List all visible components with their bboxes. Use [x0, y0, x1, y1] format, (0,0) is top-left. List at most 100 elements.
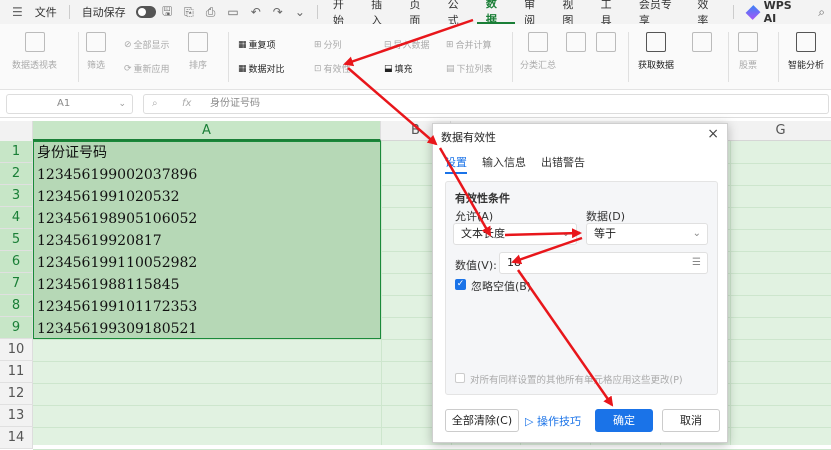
ribbon: 数据透视表 筛选 ⊘ 全部显示 ⟳ 重新应用 排序 ▦ 重复项 ▦ 数据对比 ⊞ 分列 ⊡…	[0, 24, 831, 90]
cell-a2[interactable]: 123456199002037896	[37, 164, 197, 186]
cell-a1[interactable]: 身份证号码	[37, 142, 107, 164]
tab-home[interactable]: 开始	[324, 0, 362, 27]
name-box[interactable]: A1 ⌄	[6, 94, 133, 114]
divider	[728, 32, 729, 82]
tab-review[interactable]: 审阅	[515, 0, 553, 27]
row-header-5[interactable]: 5	[0, 229, 33, 251]
ok-button[interactable]: 确定	[595, 409, 653, 432]
redo-icon[interactable]: ↷	[267, 0, 289, 24]
row-header-7[interactable]: 7	[0, 273, 33, 295]
tab-member[interactable]: 会员专享	[630, 0, 689, 27]
formula-input[interactable]: ⌕ fx 身份证号码	[143, 94, 829, 114]
apply-all-label: 对所有同样设置的其他所有单元格应用这些更改(P)	[470, 375, 683, 386]
range-picker-icon[interactable]: ☰	[692, 253, 701, 273]
duplicates-button[interactable]: ▦ 重复项	[238, 38, 276, 52]
import-icon: ⊟	[384, 39, 392, 50]
cell-a5[interactable]: 12345619920817	[37, 230, 162, 252]
cell-a7[interactable]: 1234561988115845	[37, 274, 180, 296]
tab-efficiency[interactable]: 效率	[688, 0, 726, 27]
stocks-button[interactable]: 股票	[738, 30, 758, 71]
refresh-button[interactable]	[692, 30, 712, 58]
value-input[interactable]: 18 ☰	[499, 252, 708, 274]
row-header-2[interactable]: 2	[0, 163, 33, 185]
wps-ai-button[interactable]: WPS AI	[740, 0, 813, 25]
print-icon[interactable]: ⎙	[200, 0, 222, 24]
stocks-label: 股票	[738, 61, 757, 71]
tips-link[interactable]: ▷ 操作技巧	[525, 413, 581, 429]
export-icon[interactable]: ⎘	[178, 0, 200, 24]
column-header-g[interactable]: G	[730, 121, 831, 141]
pivot-table-button[interactable]: 数据透视表	[12, 30, 57, 71]
select-all-corner[interactable]	[0, 121, 33, 141]
divider	[778, 32, 779, 82]
reapply-label: 重新应用	[133, 65, 170, 75]
fill-button[interactable]: ⬓ 填充	[384, 62, 413, 76]
row-header-1[interactable]: 1	[0, 141, 33, 163]
tab-error-alert[interactable]: 出错警告	[541, 154, 585, 170]
get-data-button[interactable]: 获取数据	[638, 30, 674, 71]
autosave-toggle[interactable]	[135, 6, 156, 18]
tab-formula[interactable]: 公式	[439, 0, 477, 27]
clear-all-button[interactable]: 全部清除(C)	[445, 409, 519, 432]
column-header-a[interactable]: A	[33, 121, 381, 141]
tab-page[interactable]: 页面	[400, 0, 438, 27]
tab-tools[interactable]: 工具	[592, 0, 630, 27]
cell-a9[interactable]: 123456199309180521	[37, 318, 197, 340]
apply-all-checkbox[interactable]	[455, 373, 465, 383]
cancel-button[interactable]: 取消	[662, 409, 720, 432]
menu-bar: ☰ 文件 自动保存 🖫 ⎘ ⎙ ▭ ↶ ↷ ⌄ 开始 插入 页面 公式 数据 审…	[0, 0, 831, 27]
menu-icon[interactable]: ☰	[6, 0, 29, 24]
preview-icon[interactable]: ▭	[221, 0, 244, 24]
reapply-button[interactable]: ⟳ 重新应用	[124, 62, 170, 76]
tab-view[interactable]: 视图	[553, 0, 591, 27]
smart-analysis-button[interactable]: 智能分析	[788, 30, 824, 71]
group-button[interactable]	[566, 30, 586, 58]
save-icon[interactable]: 🖫	[156, 0, 178, 24]
row-header-11[interactable]: 11	[0, 361, 33, 383]
row-header-4[interactable]: 4	[0, 207, 33, 229]
dropdown-icon: ▤	[446, 63, 455, 74]
cell-a4[interactable]: 123456198905106052	[37, 208, 197, 230]
close-icon[interactable]: ×	[707, 126, 719, 142]
tab-input-message[interactable]: 输入信息	[482, 154, 526, 170]
compare-button[interactable]: ▦ 数据对比	[238, 62, 285, 76]
split-button[interactable]: ⊞ 分列	[314, 38, 342, 52]
row-header-8[interactable]: 8	[0, 295, 33, 317]
undo-icon[interactable]: ↶	[245, 0, 267, 24]
row-header-6[interactable]: 6	[0, 251, 33, 273]
show-all-button[interactable]: ⊘ 全部显示	[124, 38, 170, 52]
file-menu[interactable]: 文件	[29, 0, 63, 24]
fx-icon[interactable]: fx	[182, 95, 191, 113]
filter-button[interactable]: 筛选	[86, 30, 106, 71]
row-header-9[interactable]: 9	[0, 317, 33, 339]
row-header-12[interactable]: 12	[0, 383, 33, 405]
import-data-button[interactable]: ⊟ 导入数据	[384, 38, 430, 52]
merge-calc-button[interactable]: ⊞ 合并计算	[446, 38, 492, 52]
formula-value: 身份证号码	[210, 98, 260, 109]
ungroup-button[interactable]	[596, 30, 616, 58]
validity-button[interactable]: ⊡ 有效性	[314, 62, 351, 76]
cell-a8[interactable]: 123456199101172353	[37, 296, 197, 318]
fill-icon: ⬓	[384, 63, 393, 74]
row-header-10[interactable]: 10	[0, 339, 33, 361]
duplicates-icon: ▦	[238, 39, 247, 50]
dropdown-list-button[interactable]: ▤ 下拉列表	[446, 62, 493, 76]
ignore-blank-checkbox[interactable]: ✓	[455, 279, 466, 290]
subtotal-button[interactable]: 分类汇总	[520, 30, 556, 71]
cell-a6[interactable]: 123456199110052982	[37, 252, 197, 274]
data-validity-dialog: 数据有效性 × 设置 输入信息 出错警告 有效性条件 允许(A) 文本长度 ⌄ 数…	[432, 123, 728, 443]
zoom-icon[interactable]: ⌕	[152, 95, 158, 113]
data-dropdown[interactable]: 等于 ⌄	[586, 223, 708, 245]
sort-button[interactable]: 排序	[188, 30, 208, 71]
tab-settings[interactable]: 设置	[445, 154, 467, 174]
tab-data[interactable]: 数据	[476, 0, 516, 26]
allow-dropdown[interactable]: 文本长度 ⌄	[453, 223, 577, 245]
row-header-3[interactable]: 3	[0, 185, 33, 207]
tab-insert[interactable]: 插入	[362, 0, 400, 27]
cell-a3[interactable]: 1234561991020532	[37, 186, 180, 208]
row-header-14[interactable]: 14	[0, 427, 33, 449]
more-icon[interactable]: ⌄	[289, 0, 311, 24]
divider	[512, 32, 513, 82]
search-icon[interactable]: ⌕	[812, 0, 831, 24]
row-header-13[interactable]: 13	[0, 405, 33, 427]
